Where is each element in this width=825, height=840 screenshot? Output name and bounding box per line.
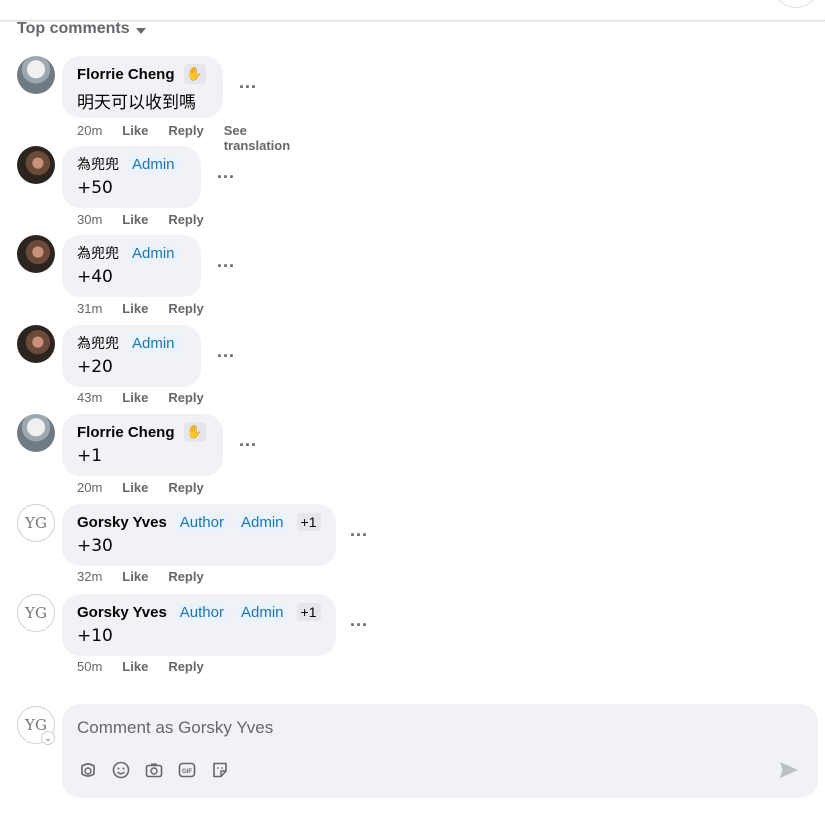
like-button[interactable]: Like	[122, 301, 148, 316]
like-button[interactable]: Like	[122, 569, 148, 584]
avatar[interactable]	[17, 414, 55, 452]
comment-author[interactable]: 為兜兜	[77, 243, 119, 263]
more-options-icon[interactable]: ...	[239, 430, 257, 451]
admin-badge: Admin	[128, 243, 179, 263]
comment-author[interactable]: Gorsky Yves	[77, 604, 167, 621]
comment-text: +1	[77, 446, 103, 466]
send-icon[interactable]	[778, 760, 800, 780]
like-button[interactable]: Like	[122, 212, 148, 227]
comment-author[interactable]: Florrie Cheng	[77, 66, 175, 83]
comment-time[interactable]: 31m	[77, 301, 102, 316]
comment-time[interactable]: 43m	[77, 390, 102, 405]
top-bar	[0, 0, 825, 21]
caret-down-icon	[135, 27, 146, 34]
reply-button[interactable]: Reply	[168, 480, 203, 495]
see-translation-link[interactable]: See translation	[224, 123, 290, 153]
author-badge: Author	[175, 512, 228, 532]
emoji-icon[interactable]	[111, 760, 131, 780]
reply-button[interactable]: Reply	[168, 569, 203, 584]
composer-toolbar: GIF	[78, 760, 230, 780]
comment-actions: 43m Like Reply	[77, 390, 204, 405]
reply-button[interactable]: Reply	[168, 659, 203, 674]
comment-bubble: 為兜兜 Admin +20	[62, 325, 201, 387]
camera-icon[interactable]	[144, 760, 164, 780]
comment-author[interactable]: 為兜兜	[77, 333, 119, 353]
comment-author[interactable]: Florrie Cheng	[77, 424, 175, 441]
svg-text:GIF: GIF	[182, 769, 192, 775]
comment-actions: 20m Like Reply	[77, 480, 204, 495]
gif-icon[interactable]: GIF	[177, 760, 197, 780]
comment-bubble: Gorsky Yves Author Admin +1 +30	[62, 504, 336, 566]
wave-icon: ✋	[183, 422, 206, 442]
comment-bubble: 為兜兜 Admin +40	[62, 235, 201, 297]
avatar[interactable]	[17, 235, 55, 273]
comment-text: +20	[77, 357, 113, 377]
more-options-icon[interactable]: ...	[350, 520, 368, 541]
comment-bubble: 為兜兜 Admin +50	[62, 146, 201, 208]
comment-actions: 50m Like Reply	[77, 659, 204, 674]
like-button[interactable]: Like	[122, 390, 148, 405]
like-button[interactable]: Like	[122, 480, 148, 495]
sticker-icon[interactable]	[210, 760, 230, 780]
comment-text: 明天可以收到嗎	[77, 93, 196, 113]
comment-bubble: Gorsky Yves Author Admin +1 +10	[62, 594, 336, 656]
comment-time[interactable]: 30m	[77, 212, 102, 227]
more-badges[interactable]: +1	[296, 603, 321, 621]
admin-badge: Admin	[237, 602, 288, 622]
background-toolbar	[0, 820, 825, 840]
admin-badge: Admin	[128, 154, 179, 174]
more-options-icon[interactable]: ...	[217, 341, 235, 362]
comment-time[interactable]: 50m	[77, 659, 102, 674]
comment-input[interactable]: Comment as Gorsky Yves	[77, 718, 273, 738]
avatar[interactable]: YG	[17, 504, 55, 542]
avatar[interactable]	[17, 56, 55, 94]
comment-time[interactable]: 32m	[77, 569, 102, 584]
reply-button[interactable]: Reply	[168, 301, 203, 316]
avatar[interactable]	[17, 146, 55, 184]
avatar[interactable]: YG	[17, 594, 55, 632]
comment-text: +10	[77, 626, 113, 646]
comment-author[interactable]: 為兜兜	[77, 154, 119, 174]
logo-text: YG	[25, 514, 47, 532]
comment-bubble: Florrie Cheng ✋ 明天可以收到嗎	[62, 56, 223, 118]
wave-icon: ✋	[183, 64, 206, 84]
comment-actions: 30m Like Reply	[77, 212, 204, 227]
comment-sort-dropdown[interactable]: Top comments	[17, 20, 146, 38]
reply-button[interactable]: Reply	[168, 212, 203, 227]
chevron-down-icon[interactable]: ⌄	[41, 731, 55, 745]
more-options-icon[interactable]: ...	[350, 610, 368, 631]
more-options-icon[interactable]: ...	[217, 162, 235, 183]
comment-bubble: Florrie Cheng ✋ +1	[62, 414, 223, 476]
logo-text: YG	[25, 604, 47, 622]
admin-badge: Admin	[128, 333, 179, 353]
comment-author[interactable]: Gorsky Yves	[77, 514, 167, 531]
more-options-icon[interactable]: ...	[239, 72, 257, 93]
comment-text: +50	[77, 178, 113, 198]
avatar-sticker-icon[interactable]	[78, 760, 98, 780]
admin-badge: Admin	[237, 512, 288, 532]
like-button[interactable]: Like	[122, 659, 148, 674]
comment-time[interactable]: 20m	[77, 480, 102, 495]
reply-button[interactable]: Reply	[168, 390, 203, 405]
avatar[interactable]	[17, 325, 55, 363]
author-badge: Author	[175, 602, 228, 622]
close-button[interactable]	[777, 0, 815, 8]
sort-label: Top comments	[17, 20, 130, 37]
comment-text: +30	[77, 536, 113, 556]
comment-actions: 31m Like Reply	[77, 301, 204, 316]
comment-text: +40	[77, 267, 113, 287]
more-options-icon[interactable]: ...	[217, 251, 235, 272]
comment-composer[interactable]: Comment as Gorsky Yves GIF	[62, 704, 818, 798]
more-badges[interactable]: +1	[296, 513, 321, 531]
comment-actions: 32m Like Reply	[77, 569, 204, 584]
